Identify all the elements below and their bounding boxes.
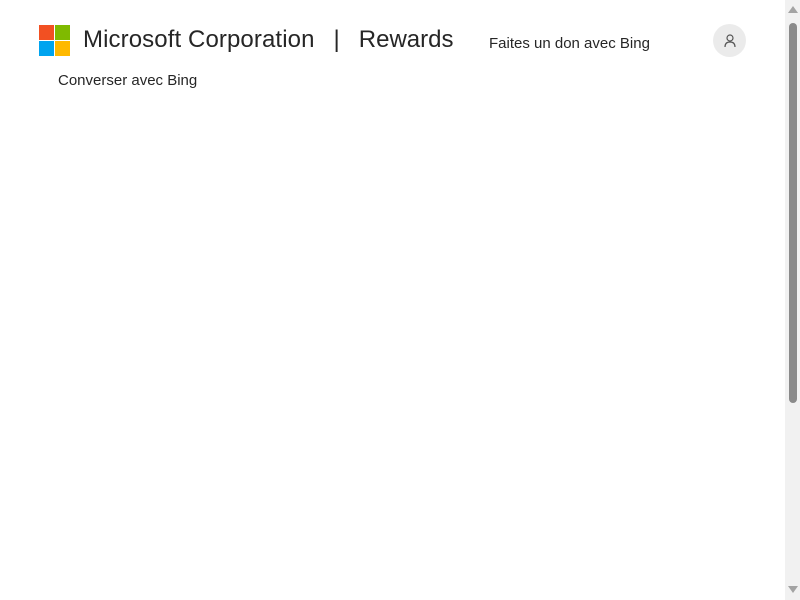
donate-with-bing-link[interactable]: Faites un don avec Bing — [489, 35, 650, 52]
scroll-down-arrow-icon[interactable] — [788, 586, 798, 593]
vertical-scrollbar[interactable] — [785, 0, 800, 600]
person-icon — [723, 33, 736, 47]
scrollbar-thumb[interactable] — [789, 23, 797, 403]
brand-name[interactable]: Microsoft Corporation — [83, 26, 315, 54]
logo-blue-square — [39, 40, 54, 56]
header-separator: | — [333, 26, 340, 53]
logo-red-square — [39, 24, 54, 40]
header: Microsoft Corporation | Rewards — [39, 22, 453, 58]
account-avatar-button[interactable] — [713, 24, 746, 57]
logo-yellow-square — [55, 40, 70, 56]
chat-with-bing-link[interactable]: Converser avec Bing — [58, 72, 197, 89]
logo-green-square — [55, 24, 70, 40]
scroll-up-arrow-icon[interactable] — [788, 6, 798, 13]
product-name[interactable]: Rewards — [359, 26, 454, 54]
microsoft-logo-icon[interactable] — [39, 24, 70, 56]
page: Microsoft Corporation | Rewards Faites u… — [0, 0, 800, 600]
